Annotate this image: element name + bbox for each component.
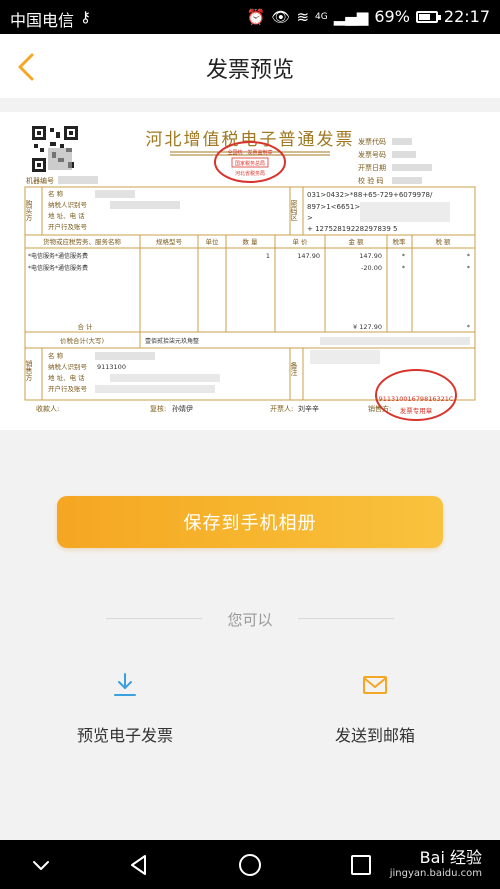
system-nav-bar: Bai 经验 jingyan.baidu.com bbox=[0, 840, 500, 889]
svg-text:密码区: 密码区 bbox=[290, 199, 298, 221]
svg-text:开票人:: 开票人: bbox=[270, 405, 293, 413]
battery-percent: 69% bbox=[374, 7, 410, 26]
svg-text:全国统一发票监制章: 全国统一发票监制章 bbox=[227, 149, 272, 156]
svg-text:*: * bbox=[402, 252, 406, 260]
svg-text:税率: 税率 bbox=[393, 237, 407, 246]
svg-text:单 价: 单 价 bbox=[292, 237, 308, 246]
status-bar: 中国电信 ⚷ ⏰ 👁 ≋ 4G ▂▄▆ 69% 22:17 bbox=[0, 0, 500, 34]
svg-text:税 额: 税 额 bbox=[435, 237, 451, 246]
invoice-image: 机器编号 河北增值税电子普通发票 全国统一发票监制章 国家税务总局 河北省税务局… bbox=[24, 126, 476, 421]
svg-text:*电信服务*通信服务费: *电信服务*通信服务费 bbox=[28, 264, 88, 272]
download-icon bbox=[114, 673, 136, 696]
svg-text:名 称: 名 称 bbox=[48, 189, 64, 198]
svg-text:>: > bbox=[307, 214, 313, 222]
alarm-icon: ⏰ bbox=[246, 7, 266, 26]
back-triangle-icon[interactable] bbox=[126, 852, 152, 878]
svg-text:¥ 127.90: ¥ 127.90 bbox=[353, 323, 382, 331]
svg-text:合 计: 合 计 bbox=[77, 322, 93, 331]
svg-text:销售方:: 销售方: bbox=[368, 404, 391, 413]
svg-text:91131001679816321C: 91131001679816321C bbox=[379, 395, 454, 403]
svg-text:纳税人识别号: 纳税人识别号 bbox=[48, 362, 88, 371]
machine-no-label: 机器编号 bbox=[26, 176, 54, 185]
svg-text:金 额: 金 额 bbox=[348, 237, 364, 246]
svg-text:开户行及账号: 开户行及账号 bbox=[48, 222, 88, 231]
svg-text:地 址、电 话: 地 址、电 话 bbox=[48, 373, 85, 382]
app-header: 发票预览 bbox=[0, 34, 500, 98]
svg-text:+ 12752819228297839 5: + 12752819228297839 5 bbox=[307, 225, 397, 233]
send-email-label: 发送到邮箱 bbox=[334, 726, 415, 745]
wifi-icon: ≋ bbox=[296, 7, 310, 26]
svg-text:发票专用章: 发票专用章 bbox=[400, 406, 433, 415]
svg-text:147.90: 147.90 bbox=[359, 252, 382, 260]
page-title: 发票预览 bbox=[205, 58, 294, 83]
svg-text:国家税务总局: 国家税务总局 bbox=[235, 160, 265, 167]
clock-time: 22:17 bbox=[443, 7, 490, 26]
svg-text:壹佰贰拾柒元玖角整: 壹佰贰拾柒元玖角整 bbox=[145, 337, 199, 345]
svg-text:购买方: 购买方 bbox=[25, 199, 33, 222]
invoice-title: 河北增值税电子普通发票 bbox=[146, 130, 355, 150]
svg-text:备注: 备注 bbox=[290, 361, 298, 377]
svg-text:开户行及账号: 开户行及账号 bbox=[48, 384, 88, 393]
svg-text:*电信服务*通信服务费: *电信服务*通信服务费 bbox=[28, 252, 88, 260]
svg-text:031>0432>*88+65-729+6079978/: 031>0432>*88+65-729+6079978/ bbox=[307, 191, 433, 199]
battery-icon bbox=[415, 10, 441, 23]
svg-text:价税合计(大写): 价税合计(大写) bbox=[60, 336, 104, 345]
save-to-album-button[interactable]: 保存到手机相册 bbox=[57, 496, 443, 548]
svg-text:地 址、电 话: 地 址、电 话 bbox=[48, 211, 85, 220]
svg-text:*: * bbox=[467, 264, 471, 272]
svg-text:单位: 单位 bbox=[206, 237, 220, 246]
preview-invoice-label: 预览电子发票 bbox=[76, 726, 173, 745]
carrier-label: 中国电信 bbox=[10, 11, 75, 30]
svg-text:-20.00: -20.00 bbox=[361, 264, 382, 272]
eye-icon: 👁 bbox=[271, 7, 291, 26]
send-email-option[interactable]: 发送到邮箱 bbox=[275, 670, 475, 746]
svg-text:数 量: 数 量 bbox=[242, 237, 258, 246]
key-icon: ⚷ bbox=[80, 8, 91, 26]
network-type: 4G bbox=[315, 11, 328, 22]
svg-text:*: * bbox=[467, 252, 471, 260]
baidu-watermark: Bai 经验 jingyan.baidu.com bbox=[389, 848, 482, 880]
svg-text:校 验 码: 校 验 码 bbox=[358, 176, 383, 185]
svg-text:发票代码: 发票代码 bbox=[358, 137, 386, 146]
invoice-preview: 机器编号 河北增值税电子普通发票 全国统一发票监制章 国家税务总局 河北省税务局… bbox=[0, 112, 500, 430]
svg-text:1: 1 bbox=[266, 252, 270, 260]
svg-text:孙婧伊: 孙婧伊 bbox=[172, 404, 193, 413]
chevron-down-icon[interactable] bbox=[28, 852, 54, 878]
signal-icon: ▂▄▆ bbox=[333, 7, 369, 26]
recent-apps-icon[interactable] bbox=[348, 852, 374, 878]
svg-text:开票日期: 开票日期 bbox=[358, 164, 386, 172]
svg-text:名 称: 名 称 bbox=[48, 351, 64, 360]
preview-invoice-option[interactable]: 预览电子发票 bbox=[25, 670, 225, 746]
svg-text:规格型号: 规格型号 bbox=[156, 237, 183, 246]
svg-text:9113100: 9113100 bbox=[97, 363, 126, 371]
svg-text:货物或应税劳务、服务名称: 货物或应税劳务、服务名称 bbox=[43, 237, 122, 246]
svg-text:收款人:: 收款人: bbox=[36, 404, 59, 413]
svg-text:*: * bbox=[402, 264, 406, 272]
svg-text:*: * bbox=[467, 323, 471, 331]
status-icons: ⏰ 👁 ≋ 4G ▂▄▆ 69% 22:17 bbox=[247, 7, 490, 26]
svg-text:河北省税务局: 河北省税务局 bbox=[235, 170, 265, 177]
svg-text:发票号码: 发票号码 bbox=[358, 150, 386, 159]
svg-text:147.90: 147.90 bbox=[297, 252, 320, 260]
svg-text:897>1<6651>0: 897>1<6651>0 bbox=[307, 203, 365, 211]
home-circle-icon[interactable] bbox=[237, 852, 263, 878]
svg-text:纳税人识别号: 纳税人识别号 bbox=[48, 200, 88, 209]
svg-text:复核:: 复核: bbox=[150, 404, 166, 413]
you-can-label: 您可以 bbox=[227, 611, 273, 629]
mail-icon bbox=[363, 676, 387, 694]
svg-text:刘辛辛: 刘辛辛 bbox=[298, 404, 319, 413]
svg-text:销售方: 销售方 bbox=[25, 359, 33, 382]
